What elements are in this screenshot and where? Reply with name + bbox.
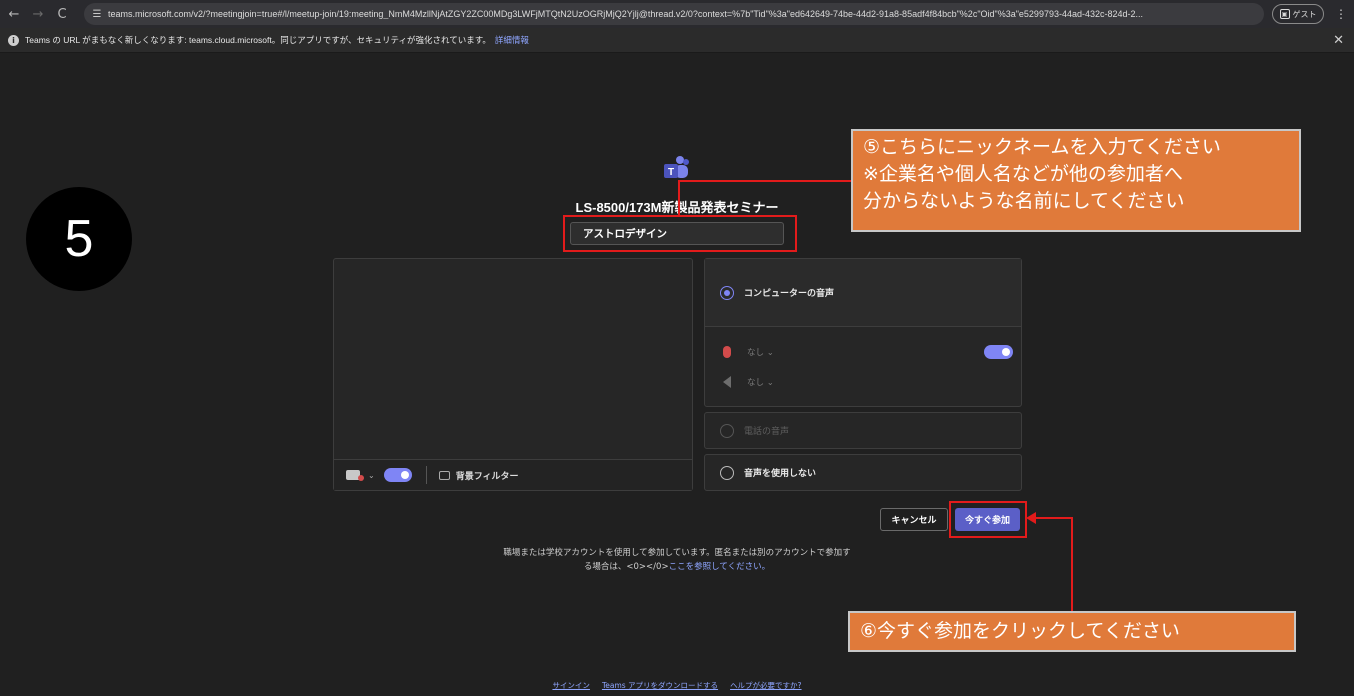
connector-line [678, 180, 680, 216]
svg-text:T: T [668, 167, 674, 178]
account-note-line2: る場合は、<0></0>ここを参照してください。 [480, 560, 874, 574]
browser-toolbar: ← → C ☰ teams.microsoft.com/v2/?meetingj… [0, 0, 1354, 28]
info-icon: i [8, 34, 19, 46]
reload-icon[interactable]: C [52, 4, 72, 24]
address-bar[interactable]: ☰ teams.microsoft.com/v2/?meetingjoin=tr… [84, 3, 1264, 25]
step-badge: 5 [26, 187, 132, 291]
help-link[interactable]: ヘルプが必要ですか? [730, 680, 801, 691]
guest-profile-button[interactable]: ▣ ゲスト [1272, 4, 1324, 24]
connector-line [678, 180, 853, 182]
callout-line: ⑥今すぐ参加をクリックしてください [860, 620, 1180, 642]
info-message: Teams の URL がまもなく新しくなります: teams.cloud.mi… [25, 35, 491, 45]
account-note-line1: 職場または学校アカウントを使用して参加しています。匿名または別のアカウントで参加… [503, 548, 851, 558]
connector-line [1031, 517, 1073, 519]
meeting-title: LS-8500/173M新製品発表セミナー [575, 200, 779, 215]
guest-label: ゲスト [1292, 9, 1317, 19]
profile-icon: ▣ [1279, 9, 1290, 19]
computer-audio-label: コンピューターの音声 [744, 289, 835, 299]
page: ← → C ☰ teams.microsoft.com/v2/?meetingj… [0, 0, 1354, 696]
camera-off-icon[interactable] [346, 470, 364, 481]
video-controls: ⌄ 背景フィルター [334, 459, 692, 490]
info-bar: i Teams の URL がまもなく新しくなります: teams.cloud.… [0, 28, 1354, 53]
close-icon[interactable]: ✕ [1333, 33, 1344, 48]
divider [425, 466, 427, 484]
back-icon[interactable]: ← [4, 4, 24, 24]
url-text: teams.microsoft.com/v2/?meetingjoin=true… [108, 9, 1144, 19]
nickname-input[interactable]: アストロデザイン [570, 222, 784, 245]
menu-icon[interactable]: ⋮ [1334, 5, 1348, 23]
cancel-button[interactable]: キャンセル [880, 508, 948, 531]
no-audio-label: 音声を使用しない [744, 469, 817, 479]
phone-audio-option[interactable]: 電話の音声 [704, 412, 1022, 449]
speaker-device-select[interactable]: なし ⌄ [747, 376, 774, 388]
speaker-icon [723, 376, 731, 388]
computer-audio-panel: コンピューターの音声 なし ⌄ なし ⌄ [704, 258, 1022, 407]
account-note-link[interactable]: ここを参照してください。 [669, 562, 771, 572]
connector-line [1071, 517, 1073, 612]
join-now-button[interactable]: 今すぐ参加 [955, 508, 1020, 531]
mic-toggle[interactable] [984, 345, 1013, 359]
footer-links: サインイン Teams アプリをダウンロードする ヘルプが必要ですか? [540, 680, 814, 691]
speaker-row: なし ⌄ [723, 373, 1013, 391]
computer-audio-radio[interactable] [720, 285, 734, 300]
no-audio-option[interactable]: 音声を使用しない [704, 454, 1022, 491]
chevron-down-icon[interactable]: ⌄ [368, 471, 375, 480]
phone-audio-radio[interactable] [720, 423, 734, 438]
download-app-link[interactable]: Teams アプリをダウンロードする [602, 680, 718, 691]
callout-line: 分からないような名前にしてください [863, 190, 1185, 212]
background-filter-icon[interactable] [438, 470, 450, 480]
no-audio-radio[interactable] [720, 465, 734, 480]
callout-line: ⑤こちらにニックネームを入力てください [863, 136, 1221, 158]
camera-toggle[interactable] [383, 468, 412, 482]
teams-logo-icon: T [664, 156, 689, 178]
mic-row: なし ⌄ [723, 343, 1013, 361]
phone-audio-label: 電話の音声 [744, 427, 790, 437]
info-learn-more-link[interactable]: 詳細情報 [495, 34, 529, 46]
video-preview: ⌄ 背景フィルター [333, 258, 693, 491]
account-note: 職場または学校アカウントを使用して参加しています。匿名または別のアカウントで参加… [480, 546, 874, 574]
nickname-instruction-callout: ⑤こちらにニックネームを入力てください ※企業名や個人名などが他の参加者へ 分か… [851, 129, 1301, 232]
mic-device-select[interactable]: なし ⌄ [747, 346, 774, 358]
background-filter-button[interactable]: 背景フィルター [456, 469, 519, 482]
computer-audio-option[interactable]: コンピューターの音声 [705, 259, 1021, 327]
account-note-text: る場合は、<0></0> [583, 562, 669, 572]
arrow-left-icon [1026, 512, 1036, 524]
join-instruction-callout: ⑥今すぐ参加をクリックしてください [848, 611, 1296, 652]
callout-line: ※企業名や個人名などが他の参加者へ [863, 163, 1183, 185]
microphone-muted-icon [723, 346, 731, 358]
signin-link[interactable]: サインイン [552, 680, 590, 691]
forward-icon[interactable]: → [28, 4, 48, 24]
site-settings-icon[interactable]: ☰ [86, 3, 108, 25]
